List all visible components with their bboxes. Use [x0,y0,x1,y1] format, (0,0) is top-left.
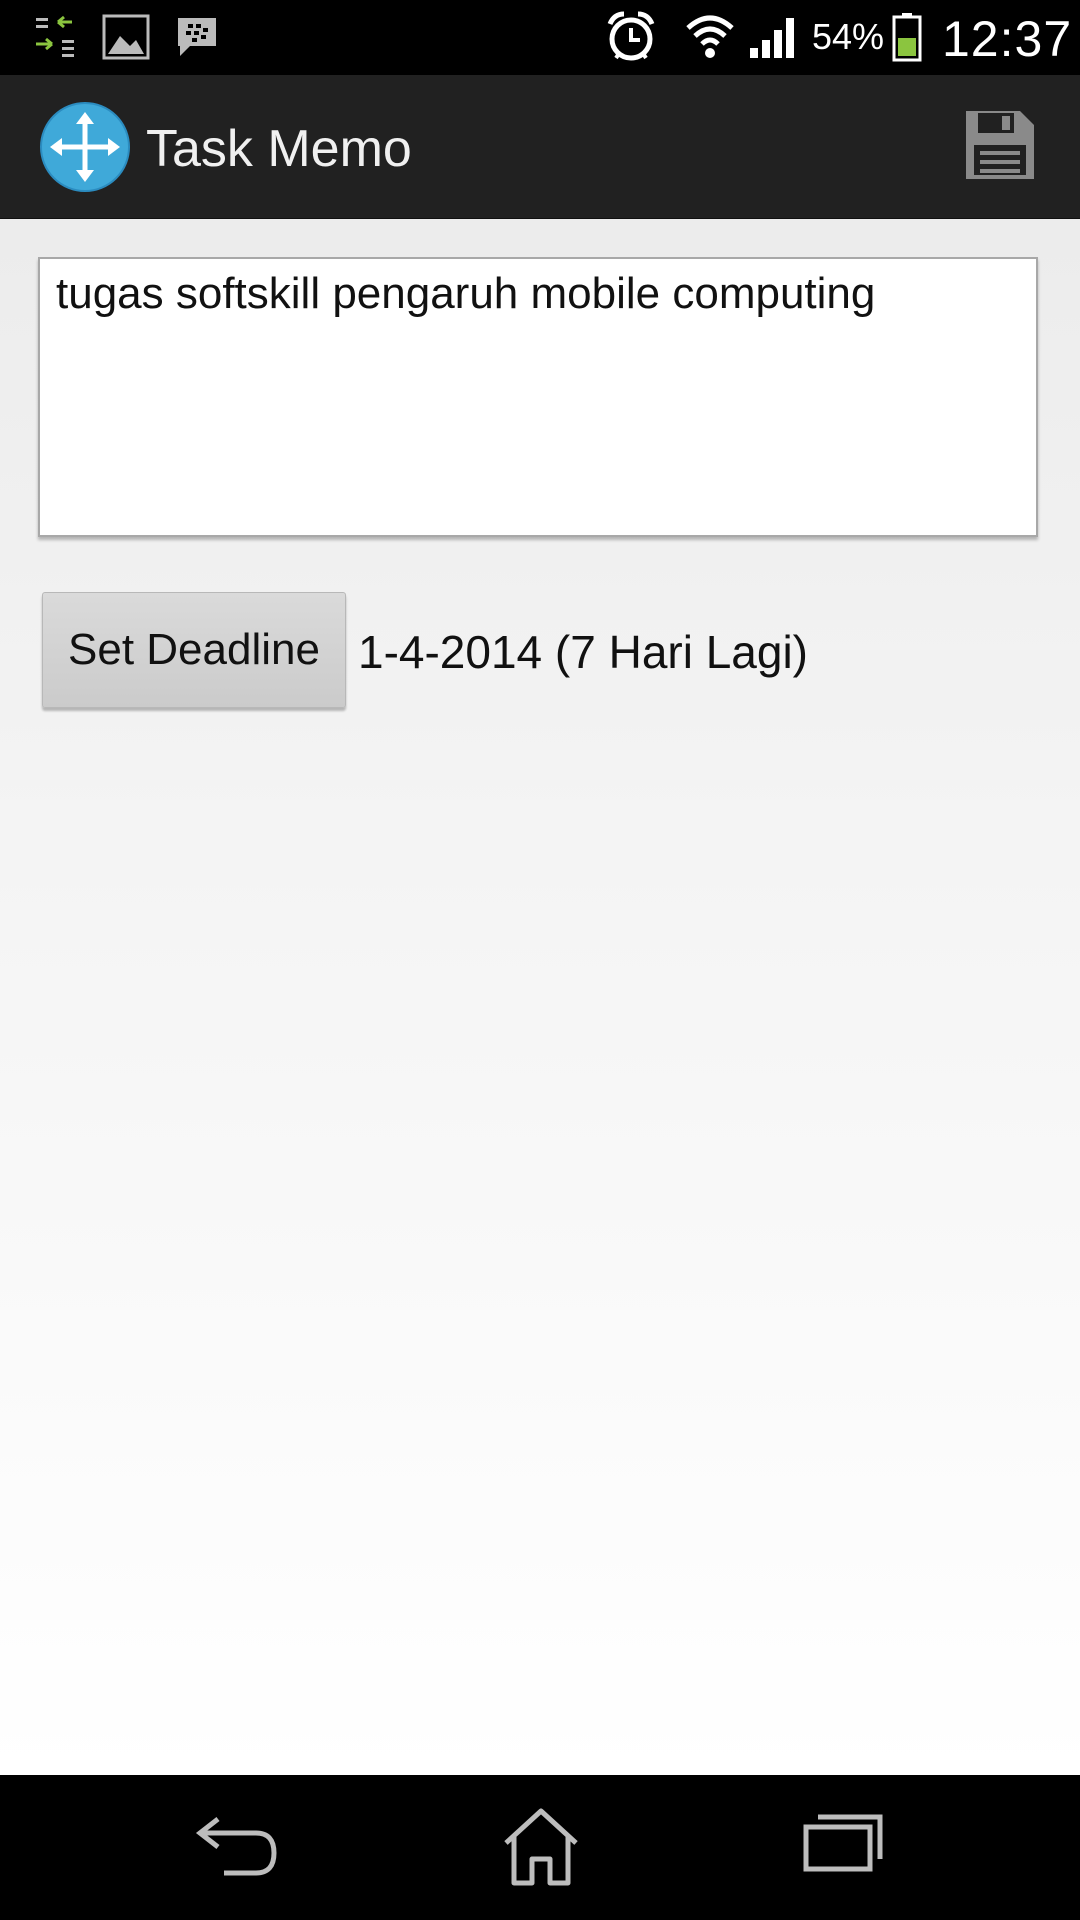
signal-icon [750,18,794,58]
memo-text-field[interactable]: tugas softskill pengaruh mobile computin… [38,257,1038,537]
deadline-value: 1-4-2014 (7 Hari Lagi) [358,626,809,678]
bbm-icon [178,18,216,56]
memo-text[interactable]: tugas softskill pengaruh mobile computin… [56,269,875,319]
battery-percent: 54% [812,16,885,57]
transfer-icon [36,15,74,57]
set-deadline-button[interactable]: Set Deadline [42,592,346,708]
clock: 12:37 [942,11,1073,67]
action-bar: Task Memo [0,75,1080,220]
save-icon[interactable] [948,107,1048,187]
recent-apps-icon[interactable] [784,1807,894,1887]
app-title: Task Memo [146,120,412,178]
navigation-bar [0,1775,1080,1920]
alarm-icon [607,11,655,61]
battery-icon [892,13,922,62]
status-bar: 54% 12:37 [0,0,1080,75]
content-area: tugas softskill pengaruh mobile computin… [0,219,1080,1775]
wifi-icon [686,15,734,58]
home-icon[interactable] [486,1807,596,1887]
back-icon[interactable] [186,1807,296,1887]
gallery-icon [102,14,150,60]
move-arrows-icon[interactable] [40,102,130,192]
